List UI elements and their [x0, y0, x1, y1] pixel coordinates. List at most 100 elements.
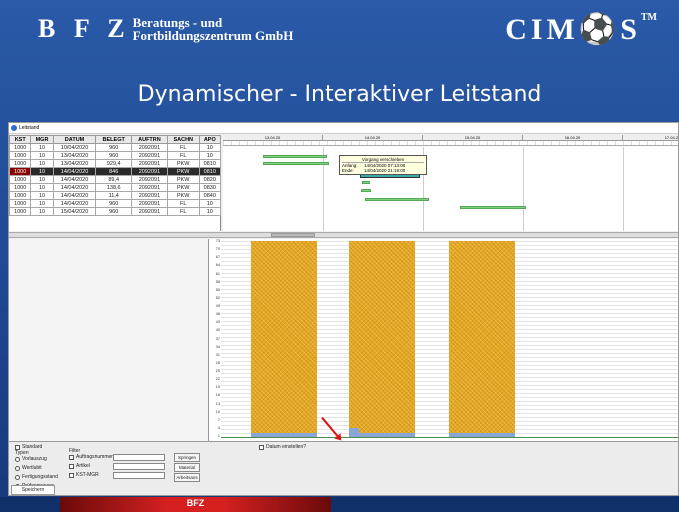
- table-cell[interactable]: 1000: [9, 151, 32, 160]
- table-cell[interactable]: 1000: [9, 191, 32, 200]
- table-cell[interactable]: 10: [198, 207, 222, 216]
- column-header[interactable]: DATUM: [52, 135, 97, 144]
- table-cell[interactable]: 15/04/2020: [52, 207, 97, 216]
- column-header[interactable]: SACHN: [166, 135, 200, 144]
- table-cell[interactable]: PKW: [166, 159, 200, 168]
- table-cell[interactable]: PKW: [166, 183, 200, 192]
- radio-option[interactable]: Fertigungsstand: [15, 474, 58, 480]
- table-cell[interactable]: 13/04/2020: [52, 159, 97, 168]
- radio-option[interactable]: Wertlubit: [15, 465, 42, 471]
- table-cell[interactable]: 960: [95, 143, 132, 152]
- table-cell[interactable]: FL: [166, 199, 200, 208]
- table-cell[interactable]: 2092091: [130, 167, 168, 176]
- table-cell[interactable]: 14/04/2020: [52, 191, 97, 200]
- table-cell[interactable]: 10: [30, 191, 54, 200]
- table-cell[interactable]: 10: [30, 175, 54, 184]
- table-cell[interactable]: 14/04/2020: [52, 183, 97, 192]
- operation-bar[interactable]: [365, 198, 429, 201]
- checkbox-box[interactable]: [15, 444, 20, 450]
- operation-bar[interactable]: [361, 189, 371, 192]
- table-cell[interactable]: 10: [30, 159, 54, 168]
- table-cell[interactable]: 89,4: [95, 175, 132, 184]
- table-cell[interactable]: 10: [30, 183, 54, 192]
- table-cell[interactable]: 10: [30, 151, 54, 160]
- table-cell[interactable]: 10/04/2020: [52, 143, 97, 152]
- table-cell[interactable]: 1000: [9, 207, 32, 216]
- table-cell[interactable]: 11,4: [95, 191, 132, 200]
- radio-circle[interactable]: [15, 474, 20, 480]
- radio-circle[interactable]: [15, 465, 20, 471]
- column-header[interactable]: APO: [198, 135, 222, 144]
- table-cell[interactable]: PKW: [166, 191, 200, 200]
- table-row[interactable]: 1000 10 14/04/2020 89,4 2092091 PKW 0820: [9, 175, 222, 184]
- table-cell[interactable]: 846: [95, 167, 132, 176]
- kst-mgr-input[interactable]: [113, 472, 165, 479]
- table-cell[interactable]: 138,6: [95, 183, 132, 192]
- table-cell[interactable]: PKW: [166, 175, 200, 184]
- table-cell[interactable]: 10: [30, 167, 54, 176]
- table-cell[interactable]: 1000: [9, 175, 32, 184]
- table-row[interactable]: 1000 10 15/04/2020 960 2092091 FL 10: [9, 207, 222, 216]
- filter-option[interactable]: Auftragsnummer: [69, 454, 113, 460]
- filter-option[interactable]: Artikel: [69, 463, 90, 469]
- table-cell[interactable]: 2092091: [130, 183, 168, 192]
- table-cell[interactable]: 2092091: [130, 143, 168, 152]
- checkbox-box[interactable]: [259, 444, 264, 450]
- table-cell[interactable]: 960: [95, 207, 132, 216]
- table-cell[interactable]: 960: [95, 151, 132, 160]
- table-cell[interactable]: 10: [198, 199, 222, 208]
- table-cell[interactable]: 960: [95, 199, 132, 208]
- table-row[interactable]: 1000 10 13/04/2020 960 2092091 FL 10: [9, 151, 222, 160]
- table-cell[interactable]: FL: [166, 151, 200, 160]
- scrollbar-thumb[interactable]: [271, 233, 315, 237]
- table-cell[interactable]: 14/04/2020: [52, 175, 97, 184]
- table-cell[interactable]: FL: [166, 207, 200, 216]
- filter-option[interactable]: KST-MGR: [69, 472, 99, 478]
- table-cell[interactable]: 0810: [198, 159, 222, 168]
- table-row[interactable]: 1000 10 13/04/2020 929,4 2092091 PKW 0810: [9, 159, 222, 168]
- table-cell[interactable]: 13/04/2020: [52, 151, 97, 160]
- table-cell[interactable]: 1000: [9, 183, 32, 192]
- table-cell[interactable]: 2092091: [130, 159, 168, 168]
- radio-circle[interactable]: [15, 456, 20, 462]
- save-tab[interactable]: Speichern: [11, 485, 55, 495]
- table-cell[interactable]: 1000: [9, 199, 32, 208]
- table-cell[interactable]: PKW: [166, 167, 200, 176]
- material-button[interactable]: Material: [174, 463, 200, 472]
- table-cell[interactable]: 14/04/2020: [52, 167, 97, 176]
- table-cell[interactable]: 0820: [198, 175, 222, 184]
- column-header[interactable]: MGR: [30, 135, 54, 144]
- table-cell[interactable]: 2092091: [130, 207, 168, 216]
- article-input[interactable]: [113, 463, 165, 470]
- table-cell[interactable]: 929,4: [95, 159, 132, 168]
- table-cell[interactable]: 14/04/2020: [52, 199, 97, 208]
- table-cell[interactable]: 0810: [198, 167, 222, 176]
- table-cell[interactable]: 1000: [9, 167, 32, 176]
- column-header[interactable]: AUFTRN: [130, 135, 168, 144]
- table-cell[interactable]: 2092091: [130, 191, 168, 200]
- order-number-input[interactable]: [113, 454, 165, 461]
- table-cell[interactable]: 10: [30, 143, 54, 152]
- date-checkbox[interactable]: Datum einstellen?: [259, 444, 306, 450]
- table-cell[interactable]: 10: [30, 207, 54, 216]
- table-cell[interactable]: FL: [166, 143, 200, 152]
- table-cell[interactable]: 2092091: [130, 151, 168, 160]
- table-cell[interactable]: 10: [198, 151, 222, 160]
- table-cell[interactable]: 2092091: [130, 175, 168, 184]
- work-plan-button[interactable]: Arbeitsans: [174, 473, 200, 482]
- operation-bar[interactable]: [263, 162, 329, 165]
- operation-bar[interactable]: [460, 206, 526, 209]
- table-row[interactable]: 1000 10 14/04/2020 138,6 2092091 PKW 0830: [9, 183, 222, 192]
- horizontal-scrollbar[interactable]: [9, 232, 678, 238]
- operation-bar[interactable]: [362, 181, 370, 184]
- table-cell[interactable]: 1000: [9, 159, 32, 168]
- table-cell[interactable]: 10: [30, 199, 54, 208]
- checkbox-box[interactable]: [69, 454, 74, 460]
- column-header[interactable]: KST: [9, 135, 32, 144]
- table-row[interactable]: 1000 10 14/04/2020 846 2092091 PKW 0810: [9, 167, 222, 176]
- table-cell[interactable]: 1000: [9, 143, 32, 152]
- jump-button[interactable]: Springen: [174, 453, 200, 462]
- table-cell[interactable]: 0830: [198, 183, 222, 192]
- checkbox-box[interactable]: [69, 463, 74, 469]
- table-cell[interactable]: 10: [198, 143, 222, 152]
